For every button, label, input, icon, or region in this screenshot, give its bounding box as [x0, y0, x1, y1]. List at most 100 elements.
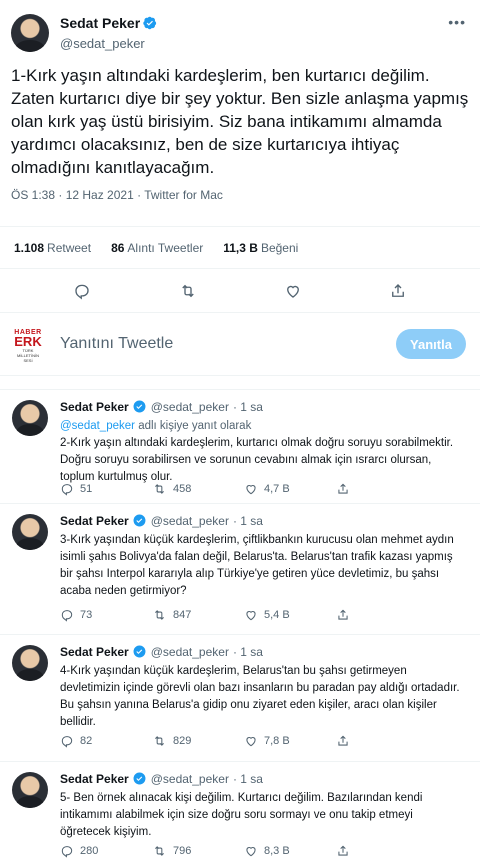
reply-time[interactable]: · 1 sa [233, 645, 263, 659]
retweet-icon [155, 610, 164, 620]
tweet-actions [0, 269, 480, 313]
author-handle[interactable]: @sedat_peker [151, 514, 229, 528]
retweet-count: 847 [173, 609, 192, 621]
reply-icon [61, 610, 73, 622]
retweet-action[interactable]: 458 [152, 482, 244, 496]
like-icon [246, 485, 256, 495]
verified-badge-icon [133, 514, 147, 528]
avatar[interactable] [12, 772, 48, 808]
share-action[interactable] [336, 482, 428, 496]
reply-header: Sedat Peker @sedat_peker · 1 sa [60, 514, 263, 528]
reply-time[interactable]: · 1 sa [233, 772, 263, 786]
retweet-action[interactable]: 796 [152, 844, 244, 858]
share-icon[interactable] [389, 282, 407, 300]
retweet-action[interactable]: 829 [152, 734, 244, 748]
retweet-icon [155, 484, 164, 494]
reply-action[interactable]: 51 [60, 482, 152, 496]
author-handle[interactable]: @sedat_peker [151, 772, 229, 786]
author-name[interactable]: Sedat Peker [60, 400, 129, 414]
share-icon [338, 845, 348, 856]
share-action[interactable] [336, 608, 428, 622]
retweet-icon[interactable] [178, 282, 198, 300]
verified-badge-icon [133, 400, 147, 414]
author-name-row[interactable]: Sedat Peker [60, 15, 157, 31]
reply-body: @sedat_peker adlı kişiye yanıt olarak 2-… [60, 418, 465, 486]
reply-tweet[interactable]: Sedat Peker @sedat_peker · 1 sa @sedat_p… [0, 390, 480, 504]
avatar[interactable] [12, 645, 48, 681]
reply-body: 4-Kırk yaşından küçük kardeşlerim, Belar… [60, 663, 465, 731]
author-name[interactable]: Sedat Peker [60, 514, 129, 528]
reply-actions: 280 796 8,3 B [60, 844, 428, 858]
author-name[interactable]: Sedat Peker [60, 645, 129, 659]
reply-text: 3-Kırk yaşından küçük kardeşlerim, çiftl… [60, 534, 454, 597]
reply-button[interactable]: Yanıtla [396, 329, 466, 359]
reply-action[interactable]: 280 [60, 844, 152, 858]
tweet-text: 1-Kırk yaşın altındaki kardeşlerim, ben … [11, 66, 469, 177]
author-block: Sedat Peker @sedat_peker [60, 15, 157, 51]
replying-to: @sedat_peker adlı kişiye yanıt olarak [60, 420, 252, 432]
like-count[interactable]: 11,3 B Beğeni [223, 241, 298, 255]
author-name[interactable]: Sedat Peker [60, 15, 140, 31]
divider [0, 376, 480, 390]
reply-time[interactable]: · 1 sa [233, 514, 263, 528]
retweet-action[interactable]: 847 [152, 608, 244, 622]
like-action[interactable]: 8,3 B [244, 844, 336, 858]
reply-body: 3-Kırk yaşından küçük kardeşlerim, çiftl… [60, 532, 465, 600]
author-handle[interactable]: @sedat_peker [151, 645, 229, 659]
reply-time[interactable]: · 1 sa [233, 400, 263, 414]
share-icon [338, 483, 348, 494]
tweet-stats: 1.108 Retweet 86 Alıntı Tweetler 11,3 B Beğ… [0, 227, 480, 269]
like-icon [246, 847, 256, 857]
reply-tweet[interactable]: Sedat Peker @sedat_peker · 1 sa 3-Kırk y… [0, 504, 480, 635]
like-count: 5,4 B [264, 609, 290, 621]
user-avatar-logo[interactable]: HABER ERK TÜRK MİLLETİNİN SESİ [12, 329, 44, 363]
reply-action[interactable]: 73 [60, 608, 152, 622]
avatar[interactable] [11, 14, 49, 52]
reply-text: 5- Ben örnek alınacak kişi değilim. Kurt… [60, 792, 423, 838]
reply-text: 2-Kırk yaşın altındaki kardeşlerim, kurt… [60, 437, 454, 483]
like-icon[interactable] [284, 282, 302, 300]
reply-text: 4-Kırk yaşından küçük kardeşlerim, Belar… [60, 665, 460, 728]
reply-header: Sedat Peker @sedat_peker · 1 sa [60, 400, 263, 414]
reply-header: Sedat Peker @sedat_peker · 1 sa [60, 772, 263, 786]
like-action[interactable]: 7,8 B [244, 734, 336, 748]
replying-to-handle[interactable]: @sedat_peker [60, 420, 135, 432]
avatar[interactable] [12, 514, 48, 550]
reply-header: Sedat Peker @sedat_peker · 1 sa [60, 645, 263, 659]
reply-actions: 73 847 5,4 B [60, 608, 428, 622]
author-name[interactable]: Sedat Peker [60, 772, 129, 786]
reply-icon [61, 484, 73, 496]
reply-body: 5- Ben örnek alınacak kişi değilim. Kurt… [60, 790, 465, 841]
reply-composer: HABER ERK TÜRK MİLLETİNİN SESİ Yanıtını … [0, 313, 480, 376]
share-action[interactable] [336, 844, 428, 858]
reply-action[interactable]: 82 [60, 734, 152, 748]
retweet-count[interactable]: 1.108 Retweet [14, 241, 91, 255]
like-count: 7,8 B [264, 735, 290, 747]
like-icon [246, 737, 256, 747]
author-handle[interactable]: @sedat_peker [151, 400, 229, 414]
verified-badge-icon [133, 645, 147, 659]
tweet-meta[interactable]: ÖS 1:38 · 12 Haz 2021 · Twitter for Mac [11, 188, 223, 202]
reply-tweet[interactable]: Sedat Peker @sedat_peker · 1 sa 5- Ben ö… [0, 762, 480, 859]
avatar[interactable] [12, 400, 48, 436]
share-icon [338, 609, 348, 620]
main-tweet: Sedat Peker @sedat_peker ••• 1-Kırk yaşı… [0, 0, 480, 227]
author-handle[interactable]: @sedat_peker [60, 36, 157, 51]
more-options-icon[interactable]: ••• [448, 14, 466, 30]
reply-icon [61, 846, 73, 858]
reply-count: 280 [80, 845, 99, 857]
verified-badge-icon [143, 16, 157, 30]
share-action[interactable] [336, 734, 428, 748]
like-action[interactable]: 5,4 B [244, 608, 336, 622]
reply-tweet[interactable]: Sedat Peker @sedat_peker · 1 sa 4-Kırk y… [0, 635, 480, 762]
reply-input[interactable]: Yanıtını Tweetle [60, 335, 173, 353]
reply-actions: 51 458 4,7 B [60, 482, 428, 496]
reply-count: 51 [80, 483, 93, 495]
reply-count: 73 [80, 609, 93, 621]
like-action[interactable]: 4,7 B [244, 482, 336, 496]
reply-actions: 82 829 7,8 B [60, 734, 428, 748]
quote-count[interactable]: 86 Alıntı Tweetler [111, 241, 203, 255]
reply-count: 82 [80, 735, 93, 747]
reply-icon[interactable] [73, 282, 91, 300]
share-icon [338, 735, 348, 746]
